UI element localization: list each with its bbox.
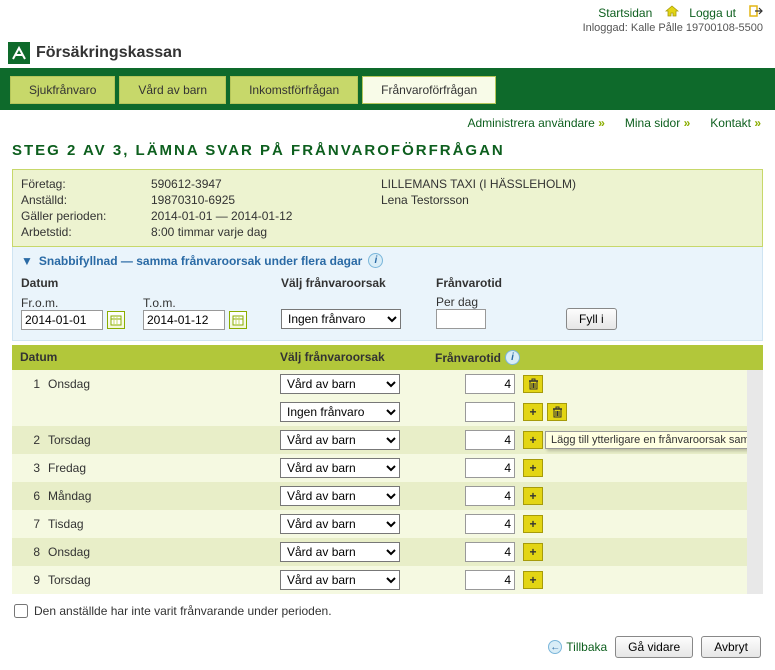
next-button[interactable]: Gå vidare: [615, 636, 693, 658]
row-reason-select[interactable]: Vård av barn: [280, 542, 400, 562]
add-row-button[interactable]: +: [523, 487, 543, 505]
grid-row: 9Torsdag Vård av barn +: [12, 566, 747, 594]
collapse-icon[interactable]: ▼: [21, 254, 33, 268]
row-number: 1: [20, 377, 48, 391]
to-date-input[interactable]: [143, 310, 225, 330]
row-number: 2: [20, 433, 48, 447]
grid-row: 6Måndag Vård av barn +: [12, 482, 747, 510]
row-day: Torsdag: [48, 573, 91, 587]
grid-body: 1Onsdag Vård av barn Ingen frånvaro + 2T…: [12, 370, 763, 594]
row-hours-input[interactable]: [465, 514, 515, 534]
row-day: Torsdag: [48, 433, 91, 447]
fill-button[interactable]: Fyll i: [566, 308, 617, 330]
tab-franvaroforfragan[interactable]: Frånvaroförfrågan: [362, 76, 496, 104]
row-day: Måndag: [48, 489, 91, 503]
row-hours-input[interactable]: [465, 374, 515, 394]
row-reason-select[interactable]: Vård av barn: [280, 374, 400, 394]
logout-link[interactable]: Logga ut: [689, 6, 736, 20]
grid-row: 1Onsdag Vård av barn: [12, 370, 747, 398]
info-panel: Företag:590612-3947LILLEMANS TAXI (I HÄS…: [12, 169, 763, 247]
grid-row: 3Fredag Vård av barn +: [12, 454, 747, 482]
quick-time-header: Frånvarotid: [436, 276, 566, 290]
row-day: Onsdag: [48, 545, 90, 559]
row-number: 3: [20, 461, 48, 475]
row-day: Tisdag: [48, 517, 84, 531]
perday-label: Per dag: [436, 295, 566, 309]
grid-row-extra: Ingen frånvaro +: [12, 398, 747, 426]
row-hours-input[interactable]: [465, 486, 515, 506]
quick-date-header: Datum: [21, 276, 281, 290]
row-hours-input[interactable]: [465, 430, 515, 450]
tooltip: Lägg till ytterligare en frånvaroorsak s…: [545, 431, 763, 449]
delete-row-button[interactable]: [523, 375, 543, 393]
row-reason-select[interactable]: Vård av barn: [280, 458, 400, 478]
add-row-button[interactable]: +: [523, 431, 543, 449]
quick-fill-title: Snabbifyllnad — samma frånvaroorsak unde…: [39, 254, 362, 268]
not-absent-checkbox[interactable]: [14, 604, 28, 618]
home-link[interactable]: Startsidan: [598, 6, 652, 20]
add-row-button[interactable]: +: [523, 571, 543, 589]
logout-icon: [749, 5, 763, 20]
back-link[interactable]: ← Tillbaka: [548, 640, 607, 654]
row-reason-select[interactable]: Vård av barn: [280, 570, 400, 590]
add-row-button[interactable]: +: [523, 403, 543, 421]
brand-logo-icon: [8, 42, 30, 64]
row-number: 6: [20, 489, 48, 503]
perday-input[interactable]: [436, 309, 486, 329]
from-label: Fr.o.m.: [21, 296, 58, 310]
grid-row: 7Tisdag Vård av barn +: [12, 510, 747, 538]
row-number: 8: [20, 545, 48, 559]
row-number: 7: [20, 517, 48, 531]
info-icon[interactable]: i: [505, 350, 520, 365]
row-reason-select[interactable]: Ingen frånvaro: [280, 402, 400, 422]
calendar-icon[interactable]: [229, 311, 247, 329]
main-tabs: Sjukfrånvaro Vård av barn Inkomstförfråg…: [0, 70, 775, 110]
quick-fill-panel: ▼ Snabbifyllnad — samma frånvaroorsak un…: [12, 247, 763, 341]
quick-reason-select[interactable]: Ingen frånvaro: [281, 309, 401, 329]
home-icon: [665, 5, 679, 20]
subnav-admin[interactable]: Administrera användare »: [467, 116, 604, 130]
tab-vard-av-barn[interactable]: Vård av barn: [119, 76, 226, 104]
row-hours-input[interactable]: [465, 542, 515, 562]
logged-in-text: Inloggad: Kalle Pålle 19700108-5500: [0, 22, 775, 38]
info-icon[interactable]: i: [368, 253, 383, 268]
from-date-input[interactable]: [21, 310, 103, 330]
back-arrow-icon: ←: [548, 640, 562, 654]
page-title: Steg 2 av 3, lämna svar på frånvaroförfr…: [12, 136, 763, 169]
tab-inkomstforfragan[interactable]: Inkomstförfrågan: [230, 76, 358, 104]
row-reason-select[interactable]: Vård av barn: [280, 430, 400, 450]
grid-row: 8Onsdag Vård av barn +: [12, 538, 747, 566]
row-hours-input[interactable]: [465, 570, 515, 590]
to-label: T.o.m.: [143, 296, 176, 310]
grid-header-date: Datum: [20, 350, 280, 365]
grid-header-reason: Välj frånvaroorsak: [280, 350, 435, 365]
row-reason-select[interactable]: Vård av barn: [280, 486, 400, 506]
subnav-contact[interactable]: Kontakt »: [710, 116, 761, 130]
add-row-button[interactable]: +: [523, 543, 543, 561]
add-row-button[interactable]: +: [523, 515, 543, 533]
grid-row: 2Torsdag Vård av barn +Lägg till ytterli…: [12, 426, 747, 454]
calendar-icon[interactable]: [107, 311, 125, 329]
add-row-button[interactable]: +: [523, 459, 543, 477]
subnav-mypages[interactable]: Mina sidor »: [625, 116, 690, 130]
row-number: 9: [20, 573, 48, 587]
tab-sjukfranvaro[interactable]: Sjukfrånvaro: [10, 76, 115, 104]
row-day: Fredag: [48, 461, 86, 475]
brand-name: Försäkringskassan: [36, 44, 182, 62]
row-day: Onsdag: [48, 377, 90, 391]
row-hours-input[interactable]: [465, 458, 515, 478]
cancel-button[interactable]: Avbryt: [701, 636, 761, 658]
row-hours-input[interactable]: [465, 402, 515, 422]
quick-reason-header: Välj frånvaroorsak: [281, 276, 436, 290]
not-absent-label: Den anställde har inte varit frånvarande…: [34, 604, 332, 618]
row-reason-select[interactable]: Vård av barn: [280, 514, 400, 534]
delete-row-button[interactable]: [547, 403, 567, 421]
grid-header-time: Frånvarotid: [435, 351, 501, 365]
